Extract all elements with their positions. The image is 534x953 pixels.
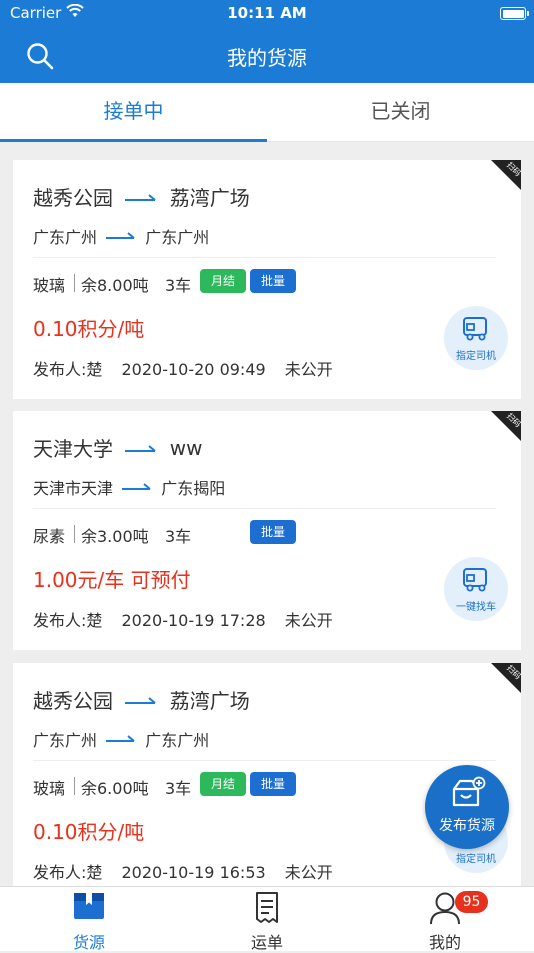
find-truck-label: 一键找车 — [456, 602, 496, 613]
price: 1.00元/车 可预付 — [33, 568, 191, 592]
waybill-tab-icon — [256, 892, 278, 923]
price: 0.10积分/吨 — [33, 820, 145, 844]
tab-closed[interactable]: 已关闭 — [267, 83, 534, 141]
route-cities: 广东广州 广东广州 — [33, 727, 209, 751]
publish-time: 2020-10-19 16:53 — [121, 863, 266, 882]
truck-count: 3车 — [165, 527, 192, 546]
destination: ww — [169, 435, 203, 460]
nav-bar: 我的货源 — [0, 28, 534, 83]
truck-icon — [463, 568, 487, 592]
origin-city: 天津市天津 — [33, 479, 114, 498]
tab-accepting[interactable]: 接单中 — [0, 83, 267, 142]
badge-batch: 批量 — [250, 269, 296, 293]
tab-cargo[interactable]: 货源 — [0, 887, 178, 952]
assign-driver-button[interactable]: 指定司机 — [444, 306, 508, 370]
destination-city: 广东广州 — [145, 731, 210, 750]
route-title: 天津大学 ww — [33, 433, 202, 462]
remaining-weight: 余8.00吨 — [81, 276, 149, 295]
truck-icon — [463, 317, 487, 341]
remaining-weight: 余3.00吨 — [81, 527, 149, 546]
tab-mine[interactable]: 我的 — [356, 887, 534, 952]
divider — [74, 777, 75, 795]
publish-info: 发布人:楚 2020-10-19 16:53 未公开 — [33, 859, 347, 883]
arrow-icon — [106, 232, 135, 239]
tab-cargo-label: 货源 — [72, 933, 105, 952]
publisher: 发布人:楚 — [33, 360, 103, 379]
divider — [33, 760, 496, 761]
origin: 越秀公园 — [33, 689, 113, 713]
publisher: 发布人:楚 — [33, 611, 103, 630]
tab-mine-label: 我的 — [428, 933, 461, 952]
origin-city: 广东广州 — [33, 228, 98, 247]
tab-waybill-label: 运单 — [250, 933, 283, 952]
origin: 天津大学 — [33, 437, 113, 461]
tab-waybill[interactable]: 运单 — [178, 887, 356, 952]
divider — [74, 525, 75, 543]
divider — [74, 274, 75, 292]
visibility: 未公开 — [284, 611, 333, 630]
page-title: 我的货源 — [227, 46, 307, 70]
publish-info: 发布人:楚 2020-10-19 17:28 未公开 — [33, 607, 347, 631]
badge-batch: 批量 — [250, 520, 296, 544]
publish-cargo-label: 发布货源 — [439, 818, 495, 834]
arrow-icon — [106, 735, 135, 742]
assign-driver-label: 指定司机 — [456, 351, 496, 362]
route-title: 越秀公园 荔湾广场 — [33, 182, 250, 211]
destination: 荔湾广场 — [169, 689, 250, 713]
cargo-tab-icon — [74, 893, 104, 919]
publish-cargo-button[interactable]: 发布货源 — [425, 765, 509, 849]
find-truck-button[interactable]: 一键找车 — [444, 557, 508, 621]
arrow-icon — [122, 483, 151, 490]
origin: 越秀公园 — [33, 186, 113, 210]
arrow-icon — [125, 193, 156, 201]
visibility: 未公开 — [284, 863, 333, 882]
publish-time: 2020-10-19 17:28 — [121, 611, 266, 630]
tab-closed-label: 已关闭 — [370, 99, 431, 123]
publish-time: 2020-10-20 09:49 — [121, 360, 266, 379]
bottom-tab-bar: 货源 运单 我的 — [0, 886, 534, 952]
publish-cargo-icon — [452, 776, 486, 807]
notification-badge: 95 — [455, 891, 488, 913]
badge-batch: 批量 — [250, 772, 296, 796]
status-bar: Carrier 10:11 AM — [0, 0, 534, 28]
battery-icon — [500, 7, 529, 20]
truck-count: 3车 — [165, 779, 192, 798]
clock: 10:11 AM — [227, 4, 307, 22]
cargo-type: 尿素 — [33, 527, 66, 546]
badge-monthly: 月结 — [200, 269, 246, 293]
cargo-card[interactable]: 扫码 天津大学 ww 天津市天津 广东揭阳 尿素 余3.00吨 3车 批量 1.… — [13, 411, 521, 650]
route-cities: 广东广州 广东广州 — [33, 224, 209, 248]
publisher: 发布人:楚 — [33, 863, 103, 882]
cargo-card[interactable]: 扫码 越秀公园 荔湾广场 广东广州 广东广州 玻璃 余8.00吨 3车 月结 批… — [13, 160, 521, 399]
arrow-icon — [125, 696, 156, 704]
destination-city: 广东揭阳 — [161, 479, 226, 498]
truck-count: 3车 — [165, 276, 192, 295]
publish-info: 发布人:楚 2020-10-20 09:49 未公开 — [33, 356, 347, 380]
arrow-icon — [125, 444, 156, 452]
divider — [33, 257, 496, 258]
tab-accepting-label: 接单中 — [103, 99, 164, 123]
cargo-type: 玻璃 — [33, 779, 66, 798]
origin-city: 广东广州 — [33, 731, 98, 750]
scan-corner-tag[interactable]: 扫码 — [491, 663, 521, 693]
tab-active-indicator — [0, 139, 267, 142]
scan-corner-tag[interactable]: 扫码 — [491, 160, 521, 190]
divider — [33, 508, 496, 509]
tab-bar-top: 接单中 已关闭 — [0, 83, 534, 142]
scan-corner-tag[interactable]: 扫码 — [491, 411, 521, 441]
destination: 荔湾广场 — [169, 186, 250, 210]
destination-city: 广东广州 — [145, 228, 210, 247]
price: 0.10积分/吨 — [33, 317, 145, 341]
badge-monthly: 月结 — [200, 772, 246, 796]
visibility: 未公开 — [284, 360, 333, 379]
assign-driver-label: 指定司机 — [456, 854, 496, 865]
cargo-type: 玻璃 — [33, 276, 66, 295]
route-title: 越秀公园 荔湾广场 — [33, 685, 250, 714]
remaining-weight: 余6.00吨 — [81, 779, 149, 798]
route-cities: 天津市天津 广东揭阳 — [33, 475, 225, 499]
